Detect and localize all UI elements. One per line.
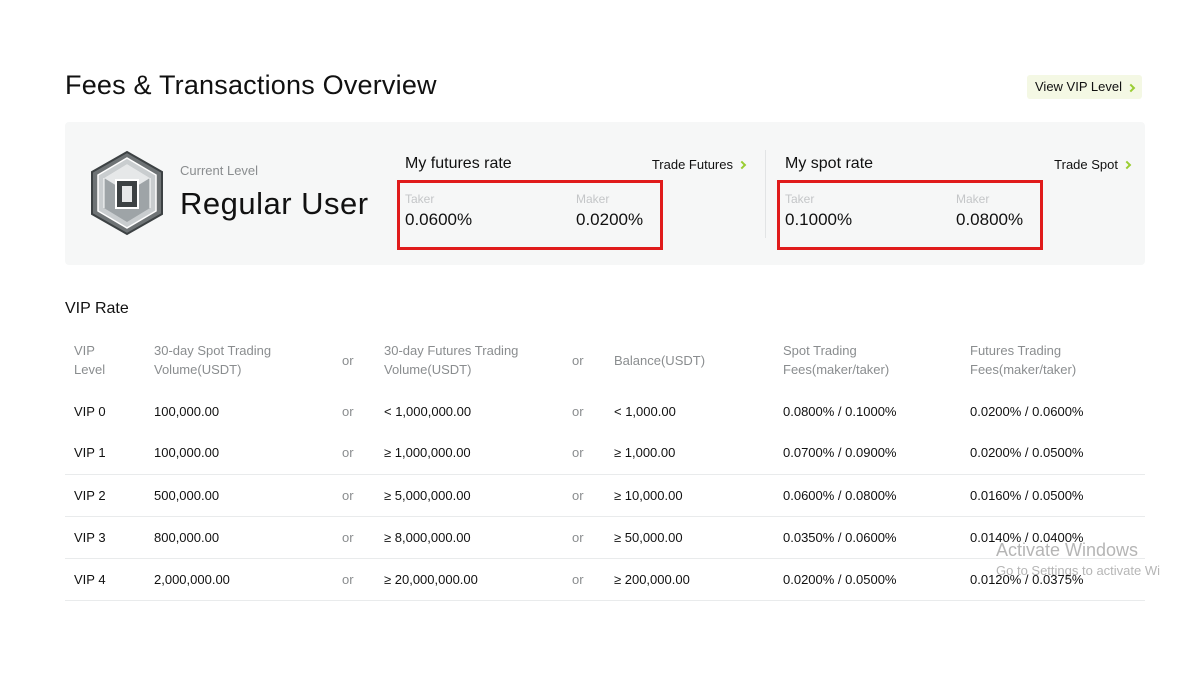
header-futures-volume: 30-day Futures Trading Volume(USDT) (384, 343, 519, 377)
cell-balance: ≥ 10,000.00 (605, 474, 774, 517)
cell-or: or (572, 403, 584, 419)
cell-futures-volume: < 1,000,000.00 (384, 403, 472, 419)
vip-badge-icon (91, 150, 163, 236)
cell-vip-level: VIP 3 (65, 516, 145, 559)
cell-or: or (342, 403, 354, 419)
futures-rate-section: My futures rate Trade Futures Taker 0.06… (397, 148, 747, 250)
trade-futures-link[interactable]: Trade Futures (651, 157, 747, 172)
table-header-row: VIP Level 30-day Spot Trading Volume(USDT)… (65, 334, 1145, 386)
spot-maker-value: 0.0800% (956, 210, 1024, 229)
cell-spot-volume: 800,000.00 (145, 516, 333, 559)
spot-taker-value: 0.1000% (785, 210, 853, 229)
cell-or: or (563, 474, 605, 517)
trade-futures-label: Trade Futures (651, 157, 733, 172)
cell-futures-volume: ≥ 1,000,000.00 (375, 432, 563, 475)
cell-or: or (333, 474, 375, 517)
watermark-line1: Activate Windows (996, 540, 1139, 560)
current-level-label: Current Level (180, 163, 259, 178)
header-or: or (572, 352, 584, 368)
rate-divider (765, 150, 766, 238)
cell-spot-volume: 500,000.00 (145, 474, 333, 517)
level-card: Current Level Regular User My futures ra… (65, 122, 1145, 265)
cell-or: or (563, 558, 605, 601)
cell-vip-level: VIP 4 (65, 558, 145, 601)
futures-taker-value: 0.0600% (405, 210, 473, 229)
cell-spot-fees: 0.0700% / 0.0900% (774, 432, 961, 475)
header-vip-level: VIP Level (74, 343, 106, 377)
table-row: VIP 0 100,000.00 or < 1,000,000.00 or < … (65, 386, 1145, 432)
cell-futures-fees: 0.0200% / 0.0600% (970, 403, 1084, 419)
level-name: Regular User (180, 186, 369, 221)
cell-futures-fees: 0.0160% / 0.0500% (961, 474, 1145, 517)
trade-spot-label: Trade Spot (1054, 157, 1118, 172)
table-row: VIP 4 2,000,000.00 or ≥ 20,000,000.00 or… (65, 558, 1145, 601)
cell-futures-volume: ≥ 20,000,000.00 (375, 558, 563, 601)
cell-spot-fees: 0.0200% / 0.0500% (774, 558, 961, 601)
cell-vip-level: VIP 0 (74, 403, 106, 419)
cell-balance: ≥ 50,000.00 (605, 516, 774, 559)
cell-vip-level: VIP 2 (65, 474, 145, 517)
cell-or: or (563, 432, 605, 475)
cell-spot-volume: 2,000,000.00 (145, 558, 333, 601)
spot-taker-label: Taker (785, 192, 815, 206)
cell-spot-volume: 100,000.00 (145, 432, 333, 475)
table-row: VIP 2 500,000.00 or ≥ 5,000,000.00 or ≥ … (65, 474, 1145, 517)
cell-balance: ≥ 1,000.00 (605, 432, 774, 475)
view-vip-level-label: View VIP Level (1035, 79, 1122, 94)
table-row: VIP 3 800,000.00 or ≥ 8,000,000.00 or ≥ … (65, 516, 1145, 559)
cell-futures-volume: ≥ 5,000,000.00 (375, 474, 563, 517)
cell-or: or (563, 516, 605, 559)
header-futures-fees: Futures Trading Fees(maker/taker) (970, 343, 1077, 377)
cell-balance: < 1,000.00 (614, 403, 676, 419)
vip-rate-table: VIP Level 30-day Spot Trading Volume(USDT)… (65, 334, 1145, 601)
cell-balance: ≥ 200,000.00 (605, 558, 774, 601)
cell-spot-volume: 100,000.00 (154, 403, 220, 419)
cell-spot-fees: 0.0800% / 0.1000% (783, 403, 897, 419)
trade-spot-link[interactable]: Trade Spot (1054, 157, 1132, 172)
cell-spot-fees: 0.0600% / 0.0800% (774, 474, 961, 517)
cell-futures-fees: 0.0200% / 0.0500% (961, 432, 1145, 475)
table-row: VIP 1 100,000.00 or ≥ 1,000,000.00 or ≥ … (65, 432, 1145, 475)
watermark-line2: Go to Settings to activate Windows. (996, 563, 1160, 578)
spot-rate-section: My spot rate Trade Spot Taker 0.1000% Ma… (777, 148, 1132, 250)
futures-maker-value: 0.0200% (576, 210, 644, 229)
windows-activation-watermark: Activate Windows Go to Settings to activ… (996, 540, 1160, 588)
page-title: Fees & Transactions Overview (65, 70, 437, 100)
futures-taker-label: Taker (405, 192, 435, 206)
cell-vip-level: VIP 1 (65, 432, 145, 475)
chevron-right-icon (737, 160, 747, 170)
futures-rate-title: My futures rate (405, 155, 512, 172)
vip-rate-title: VIP Rate (65, 300, 129, 317)
cell-futures-volume: ≥ 8,000,000.00 (375, 516, 563, 559)
header-balance: Balance(USDT) (614, 352, 706, 368)
header-spot-volume: 30-day Spot Trading Volume(USDT) (154, 343, 272, 377)
header-spot-fees: Spot Trading Fees(maker/taker) (783, 343, 890, 377)
futures-maker-label: Maker (576, 192, 610, 206)
cell-or: or (333, 432, 375, 475)
cell-or: or (333, 516, 375, 559)
spot-taker: Taker 0.1000% (785, 192, 852, 230)
spot-maker: Maker 0.0800% (956, 192, 1023, 230)
chevron-right-icon (1122, 160, 1132, 170)
spot-maker-label: Maker (956, 192, 990, 206)
header-or: or (342, 352, 354, 368)
cell-or: or (333, 558, 375, 601)
chevron-right-icon (1126, 83, 1136, 92)
futures-taker: Taker 0.0600% (405, 192, 472, 230)
spot-rate-title: My spot rate (785, 155, 874, 172)
view-vip-level-button[interactable]: View VIP Level (1027, 75, 1142, 99)
cell-spot-fees: 0.0350% / 0.0600% (774, 516, 961, 559)
futures-maker: Maker 0.0200% (576, 192, 643, 230)
